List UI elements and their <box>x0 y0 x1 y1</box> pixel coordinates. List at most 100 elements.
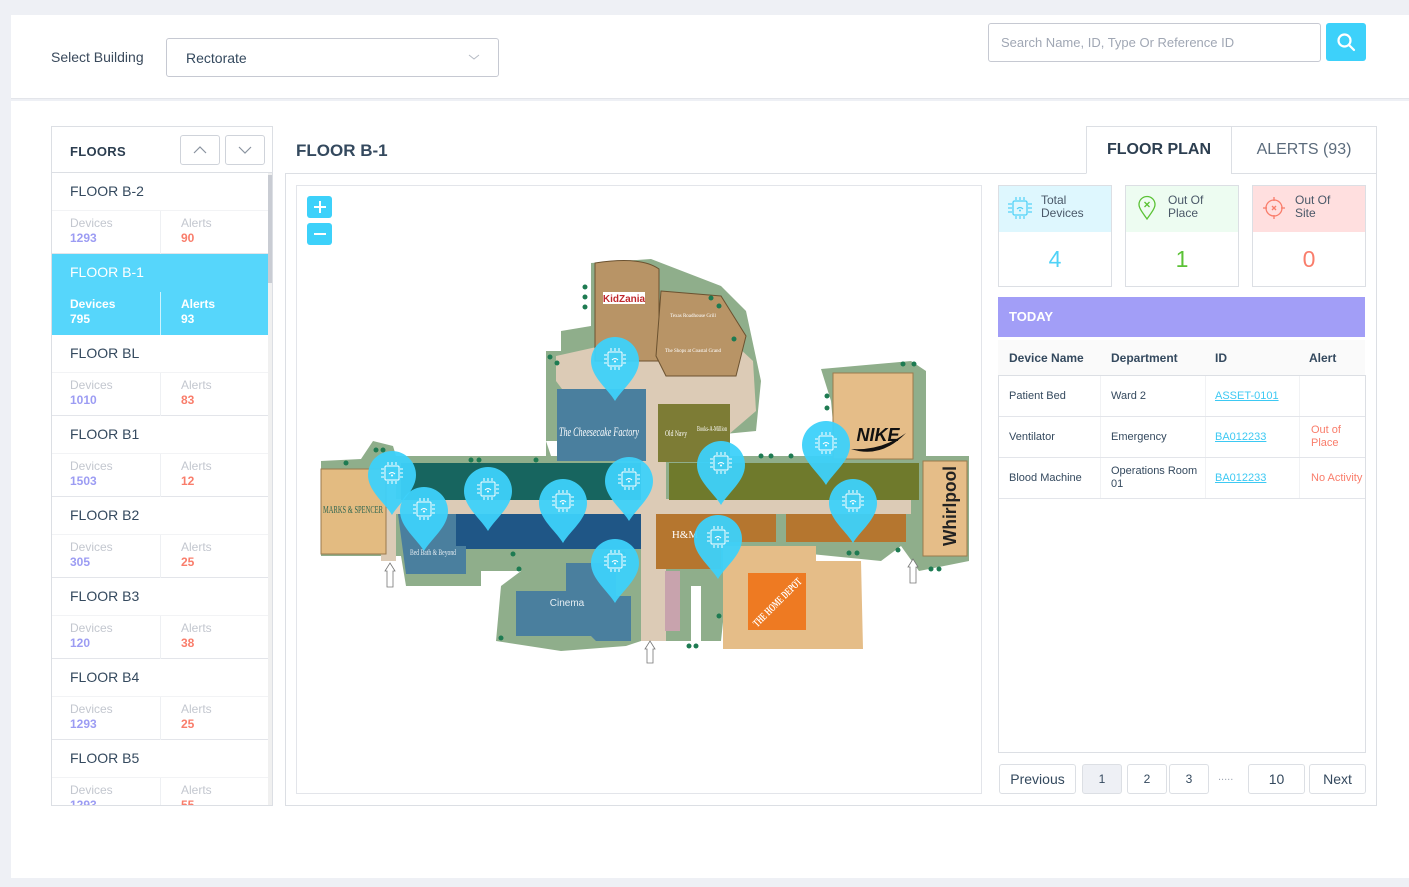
alerts-label: Alerts <box>181 540 212 554</box>
device-pin[interactable] <box>399 487 449 553</box>
stat-card: Out Of Site 0 <box>1252 185 1366 287</box>
tab-alerts[interactable]: ALERTS (93) <box>1231 126 1377 174</box>
alerts-label: Alerts <box>181 621 212 635</box>
asset-id-link[interactable]: BA012233 <box>1215 472 1266 485</box>
floor-stats: Devices 795 Alerts 93 <box>52 291 268 335</box>
floor-title: FLOOR B-1 <box>296 141 388 160</box>
chevron-down-icon <box>238 146 252 154</box>
asset-id-link[interactable]: ASSET-0101 <box>1215 390 1279 403</box>
alerts-stat: Alerts 93 <box>161 292 268 335</box>
alerts-label: Alerts <box>181 702 212 716</box>
stat-value: 1 <box>1175 246 1189 272</box>
table-row[interactable]: Patient Bed Ward 2 ASSET-0101 <box>999 376 1365 417</box>
devices-count: 305 <box>70 555 91 569</box>
pagination-ellipsis: ..... <box>1218 771 1234 783</box>
stat-card: Out Of Place 1 <box>1125 185 1239 287</box>
floor-stats: Devices 305 Alerts 25 <box>52 534 268 578</box>
department-cell: Ward 2 <box>1111 389 1147 402</box>
devices-label: Devices <box>70 621 113 635</box>
books-a-million-label: Books-A-Million <box>697 425 727 433</box>
alert-cell: Out of Place <box>1311 424 1341 449</box>
floor-item[interactable]: FLOOR BL Devices 1010 Alerts 83 <box>52 335 268 416</box>
stat-value: 0 <box>1302 246 1316 272</box>
floor-stats: Devices 1293 Alerts 90 <box>52 210 268 254</box>
alerts-count: 38 <box>181 636 195 650</box>
asset-id-link[interactable]: BA012233 <box>1215 431 1266 444</box>
floor-plan-map[interactable]: KidZania Texas Roadhouse Grill The Shops… <box>296 185 982 794</box>
device-pin[interactable] <box>590 539 640 605</box>
floor-item[interactable]: FLOOR B2 Devices 305 Alerts 25 <box>52 497 268 578</box>
floor-stats: Devices 120 Alerts 38 <box>52 615 268 659</box>
floor-name: FLOOR B1 <box>70 426 140 442</box>
next-page-button[interactable]: Next <box>1309 764 1366 794</box>
tab-floor-plan[interactable]: FLOOR PLAN <box>1086 126 1232 174</box>
stat-label: Out Of Place <box>1168 193 1204 220</box>
search-input[interactable] <box>988 23 1321 62</box>
floors-panel: FLOORS FLOOR B-2 Devices 1293 Alerts 90 FLOOR… <box>51 126 273 806</box>
floor-stats: Devices 1293 Alerts 55 <box>52 777 268 806</box>
device-pin[interactable] <box>604 457 654 523</box>
floors-scroll-down-button[interactable] <box>225 135 265 165</box>
device-pin[interactable] <box>463 467 513 533</box>
floor-item[interactable]: FLOOR B5 Devices 1293 Alerts 55 <box>52 740 268 806</box>
devices-stat: Devices 1010 <box>52 373 161 416</box>
chip-icon <box>1007 195 1033 221</box>
alerts-stat: Alerts 83 <box>161 373 268 416</box>
table-row[interactable]: Blood Machine Operations Room 01 BA012233 N… <box>999 458 1365 499</box>
previous-page-button[interactable]: Previous <box>999 764 1076 794</box>
alerts-stat: Alerts 12 <box>161 454 268 497</box>
table-row[interactable]: Ventilator Emergency BA012233 Out of Place <box>999 417 1365 458</box>
alerts-label: Alerts <box>181 216 212 230</box>
alerts-count: 90 <box>181 231 195 245</box>
stat-card: Total Devices 4 <box>998 185 1112 287</box>
devices-count: 1293 <box>70 798 97 806</box>
building-select[interactable]: Rectorate <box>166 38 499 77</box>
floors-header: FLOORS <box>52 127 272 173</box>
device-pin[interactable] <box>696 441 746 507</box>
search-button[interactable] <box>1326 23 1366 61</box>
floor-item[interactable]: FLOOR B3 Devices 120 Alerts 38 <box>52 578 268 659</box>
today-header: TODAY <box>998 297 1365 337</box>
alerts-count: 12 <box>181 474 195 488</box>
alerts-label: Alerts <box>181 297 216 311</box>
floors-scroll-up-button[interactable] <box>180 135 220 165</box>
device-pin[interactable] <box>538 479 588 545</box>
texas-roadhouse-label: Texas Roadhouse Grill <box>670 314 716 319</box>
select-building-label: Select Building <box>51 49 144 65</box>
chevron-down-icon <box>468 54 480 60</box>
floor-name: FLOOR B2 <box>70 507 140 523</box>
device-pin[interactable] <box>801 421 851 487</box>
whirlpool-label: Whirlpool <box>940 466 960 546</box>
device-name-cell: Patient Bed <box>1009 389 1066 402</box>
alerts-table-body: Patient Bed Ward 2 ASSET-0101 Ventilator Eme… <box>998 375 1366 753</box>
floors-title: FLOORS <box>70 144 126 159</box>
cinema-label: Cinema <box>550 598 585 609</box>
floor-item[interactable]: FLOOR B-2 Devices 1293 Alerts 90 <box>52 173 268 254</box>
floor-item[interactable]: FLOOR B1 Devices 1503 Alerts 12 <box>52 416 268 497</box>
devices-stat: Devices 120 <box>52 616 161 659</box>
floors-scrollbar-thumb[interactable] <box>268 175 272 283</box>
devices-stat: Devices 1293 <box>52 697 161 740</box>
alerts-count: 55 <box>181 798 195 806</box>
device-pin[interactable] <box>693 515 743 581</box>
devices-count: 1293 <box>70 231 97 245</box>
device-pin[interactable] <box>590 337 640 403</box>
page-button-10[interactable]: 10 <box>1248 764 1305 794</box>
alerts-count: 25 <box>181 555 195 569</box>
page-button-1[interactable]: 1 <box>1082 764 1122 794</box>
devices-stat: Devices 1503 <box>52 454 161 497</box>
devices-label: Devices <box>70 216 113 230</box>
device-pin[interactable] <box>828 479 878 545</box>
floor-stats: Devices 1293 Alerts 25 <box>52 696 268 740</box>
devices-count: 795 <box>70 312 91 326</box>
devices-count: 1010 <box>70 393 97 407</box>
floor-name: FLOOR B5 <box>70 750 140 766</box>
floor-item[interactable]: FLOOR B-1 Devices 795 Alerts 93 <box>52 254 268 335</box>
department-cell: Emergency <box>1111 430 1167 443</box>
page-button-2[interactable]: 2 <box>1127 764 1167 794</box>
device-name-cell: Ventilator <box>1009 430 1055 443</box>
floor-item[interactable]: FLOOR B4 Devices 1293 Alerts 25 <box>52 659 268 740</box>
page-button-3[interactable]: 3 <box>1169 764 1209 794</box>
chevron-up-icon <box>193 146 207 154</box>
search-icon <box>1337 33 1356 52</box>
